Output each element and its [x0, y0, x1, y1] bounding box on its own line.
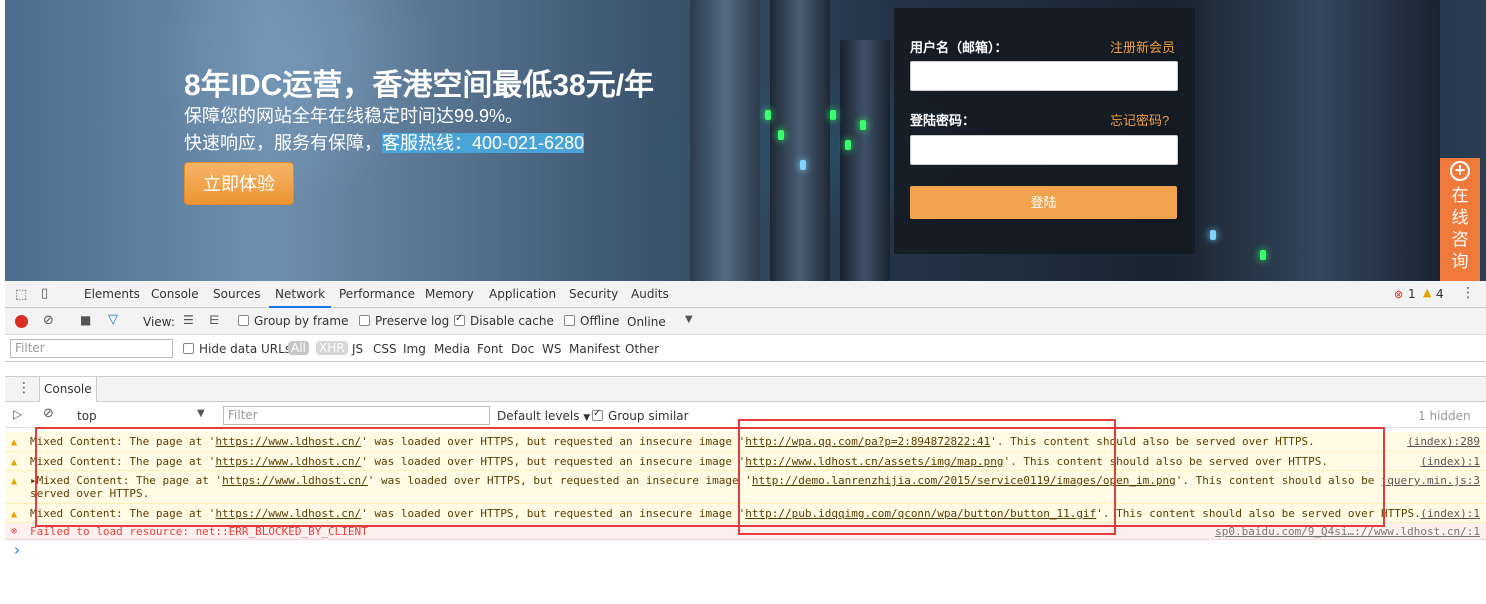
group-similar-checkbox[interactable]: Group similar: [592, 408, 689, 423]
group-by-frame-checkbox[interactable]: Group by frame: [238, 314, 348, 328]
server-rack-graphic: [770, 0, 830, 281]
username-label: 用户名（邮箱）：: [910, 40, 1008, 55]
source-link[interactable]: (index):289: [1407, 435, 1480, 448]
password-label: 登陆密码：: [910, 113, 976, 128]
throttle-select[interactable]: Online: [627, 315, 666, 329]
drawer-menu-icon[interactable]: ⋮: [17, 380, 31, 396]
try-now-button[interactable]: 立即体验: [184, 162, 294, 205]
filter-icon[interactable]: ▽: [108, 312, 118, 327]
tab-console[interactable]: Console: [151, 281, 199, 308]
drawer-tab-bar: ⋮ Console: [5, 376, 1486, 402]
network-filter-input[interactable]: Filter: [10, 339, 173, 358]
clear-icon[interactable]: ⊘: [43, 313, 54, 328]
network-filter-bar: Filter Hide data URLs All XHR JS CSS Img…: [5, 335, 1486, 362]
website-hero-banner: 8年IDC运营，香港空间最低38元/年 保障您的网站全年在线稳定时间达99.9%…: [0, 0, 1486, 281]
sidebar-toggle-icon[interactable]: ▷: [13, 407, 22, 421]
consult-char: 线: [1451, 208, 1469, 227]
server-rack-graphic: [1200, 0, 1440, 281]
consult-char: 在: [1451, 186, 1469, 205]
hero-subtitle-prefix: 快速响应，服务有保障，: [184, 133, 382, 153]
warning-count[interactable]: 4: [1436, 287, 1444, 301]
context-select[interactable]: top: [77, 409, 97, 423]
chevron-down-icon[interactable]: ▼: [197, 408, 205, 419]
tab-elements[interactable]: Elements: [84, 281, 140, 308]
type-filter-ws[interactable]: WS: [542, 342, 561, 356]
view-label: View:: [143, 315, 175, 329]
warning-icon: ▲: [11, 457, 18, 468]
devtools-panel: ⬚ ▯ Elements Console Sources Network Per…: [5, 281, 1486, 604]
server-rack-graphic: [690, 0, 760, 281]
login-button[interactable]: 登陆: [910, 186, 1177, 219]
tab-performance[interactable]: Performance: [339, 281, 415, 308]
drawer-tab-console[interactable]: Console: [39, 377, 97, 402]
tab-network[interactable]: Network: [269, 281, 332, 308]
warning-icon: ▲: [11, 437, 18, 448]
inspect-element-icon[interactable]: ⬚: [15, 287, 27, 302]
type-filter-media[interactable]: Media: [434, 342, 470, 356]
devtools-tab-bar: ⬚ ▯ Elements Console Sources Network Per…: [5, 281, 1486, 308]
hidden-count: 1 hidden: [1418, 409, 1471, 423]
username-input[interactable]: [910, 61, 1178, 91]
large-rows-icon[interactable]: ☰: [183, 313, 194, 327]
warning-icon: ▲: [11, 509, 18, 520]
waterfall-icon[interactable]: ⋿: [209, 313, 219, 327]
console-filter-input[interactable]: Filter: [223, 406, 490, 425]
login-panel: 用户名（邮箱）： 注册新会员 登陆密码： 忘记密码? 登陆: [894, 8, 1195, 254]
type-filter-other[interactable]: Other: [625, 342, 659, 356]
tab-sources[interactable]: Sources: [213, 281, 260, 308]
online-consult-button[interactable]: + 在 线 咨 询: [1440, 158, 1480, 281]
hero-subtitle-2: 快速响应，服务有保障，客服热线：400-021-6280: [184, 129, 585, 155]
type-filter-font[interactable]: Font: [477, 342, 503, 356]
register-link[interactable]: 注册新会员: [1110, 37, 1175, 56]
error-icon: ⊗: [11, 526, 18, 537]
device-toolbar-icon[interactable]: ▯: [41, 286, 48, 301]
tab-application[interactable]: Application: [489, 281, 556, 308]
warning-icon: ▲: [1423, 286, 1432, 299]
log-levels-select[interactable]: Default levels ▼: [497, 409, 590, 423]
type-filter-js[interactable]: JS: [352, 342, 363, 356]
source-link[interactable]: (index):1: [1420, 455, 1480, 468]
hide-data-urls-checkbox[interactable]: Hide data URLs: [183, 342, 291, 356]
network-toolbar: ⊘ ■ ▽ View: ☰ ⋿ Group by frame Preserve …: [5, 308, 1486, 335]
type-filter-doc[interactable]: Doc: [511, 342, 534, 356]
error-count[interactable]: 1: [1408, 287, 1416, 301]
plus-icon: +: [1450, 161, 1470, 181]
disable-cache-checkbox[interactable]: Disable cache: [454, 313, 554, 328]
offline-checkbox[interactable]: Offline: [564, 314, 619, 328]
clear-console-icon[interactable]: ⊘: [43, 406, 54, 421]
server-rack-graphic: [840, 40, 890, 281]
forgot-password-link[interactable]: 忘记密码?: [1110, 110, 1169, 129]
type-filter-xhr[interactable]: XHR: [316, 341, 348, 355]
source-link[interactable]: jquery.min.js:3: [1381, 474, 1480, 487]
type-filter-manifest[interactable]: Manifest: [569, 342, 620, 356]
type-filter-all[interactable]: All: [288, 341, 309, 355]
tab-security[interactable]: Security: [569, 281, 618, 308]
type-filter-img[interactable]: Img: [403, 342, 426, 356]
record-icon[interactable]: [15, 315, 28, 328]
preserve-log-checkbox[interactable]: Preserve log: [359, 314, 449, 328]
consult-char: 咨: [1451, 230, 1469, 249]
page-left-edge: [0, 0, 5, 604]
camera-icon[interactable]: ■: [80, 313, 91, 327]
hotline-text: 客服热线：400-021-6280: [382, 133, 585, 153]
console-prompt[interactable]: ›: [14, 541, 20, 559]
annotation-box-outer: [35, 427, 1385, 527]
annotation-box-urls: [738, 419, 1116, 535]
consult-char: 询: [1451, 252, 1469, 271]
error-icon: ⊗: [1394, 288, 1404, 301]
password-input[interactable]: [910, 135, 1178, 165]
hero-title: 8年IDC运营，香港空间最低38元/年: [184, 69, 655, 102]
hero-subtitle: 保障您的网站全年在线稳定时间达99.9%。: [184, 106, 524, 126]
tab-audits[interactable]: Audits: [631, 281, 669, 308]
more-menu-icon[interactable]: ⋮: [1461, 285, 1475, 301]
type-filter-css[interactable]: CSS: [373, 342, 397, 356]
tab-memory[interactable]: Memory: [425, 281, 474, 308]
source-link[interactable]: (index):1: [1420, 507, 1480, 520]
chevron-down-icon[interactable]: ▼: [685, 314, 693, 325]
warning-icon: ▲: [11, 476, 18, 487]
